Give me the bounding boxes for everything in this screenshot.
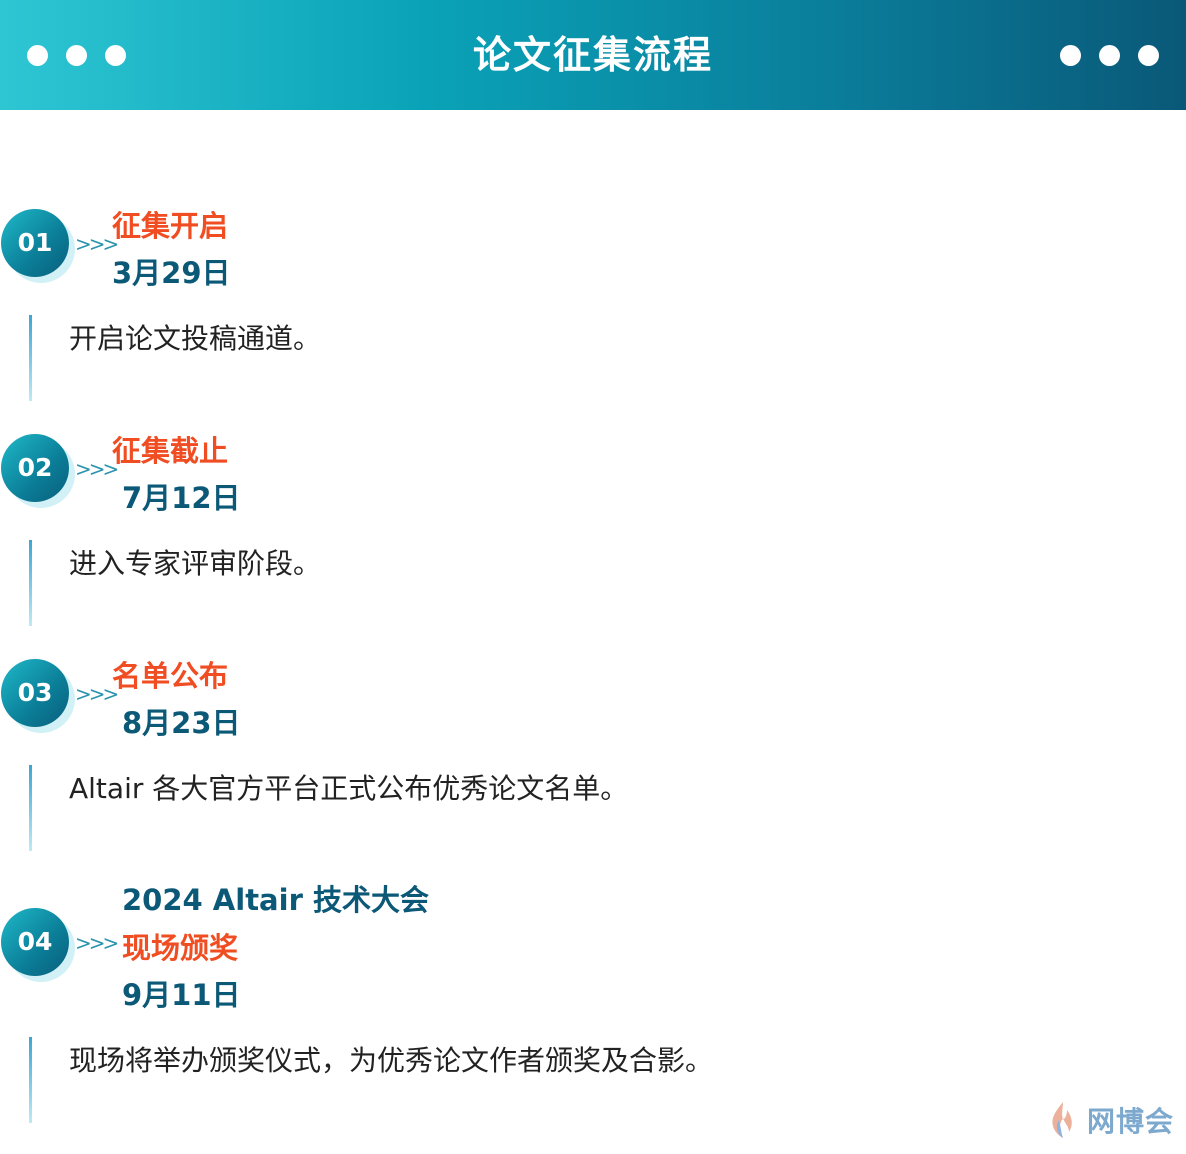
header-banner: 论文征集流程	[0, 0, 1186, 110]
dot	[1138, 45, 1159, 66]
watermark: 网博会	[1045, 1100, 1174, 1140]
chevrons-right-icon: >>>	[75, 232, 119, 256]
header-dots-right-icon	[1060, 45, 1159, 66]
timeline-line	[29, 540, 32, 626]
step-description: 开启论文投稿通道。	[69, 322, 322, 355]
page-title: 论文征集流程	[472, 33, 713, 77]
chevrons-right-icon: >>>	[75, 457, 119, 481]
step-number-badge: 04	[1, 908, 69, 976]
step-number-badge: 02	[1, 434, 69, 502]
chevrons-right-icon: >>>	[75, 931, 119, 955]
timeline-line	[29, 315, 32, 401]
step-title: 征集截止	[112, 434, 229, 468]
step-description: Altair 各大官方平台正式公布优秀论文名单。	[69, 772, 629, 805]
watermark-text: 网博会	[1086, 1105, 1174, 1138]
step-title: 现场颁奖	[122, 931, 239, 965]
dot	[1060, 45, 1081, 66]
step-event: 2024 Altair 技术大会	[122, 883, 429, 917]
step-number-badge: 03	[1, 659, 69, 727]
step-number-badge: 01	[1, 209, 69, 277]
timeline-line	[29, 1037, 32, 1123]
step-title: 名单公布	[112, 659, 229, 693]
step-date: 8月23日	[122, 706, 241, 740]
step-date: 9月11日	[122, 978, 241, 1012]
step-date: 7月12日	[122, 481, 241, 515]
chevrons-right-icon: >>>	[75, 682, 119, 706]
step-description: 进入专家评审阶段。	[69, 547, 322, 580]
step-title: 征集开启	[112, 209, 229, 243]
step-description: 现场将举办颁奖仪式，为优秀论文作者颁奖及合影。	[69, 1044, 714, 1077]
step-date: 3月29日	[112, 256, 231, 290]
flame-logo-icon	[1052, 1102, 1072, 1138]
timeline-line	[29, 765, 32, 851]
dot	[1099, 45, 1120, 66]
